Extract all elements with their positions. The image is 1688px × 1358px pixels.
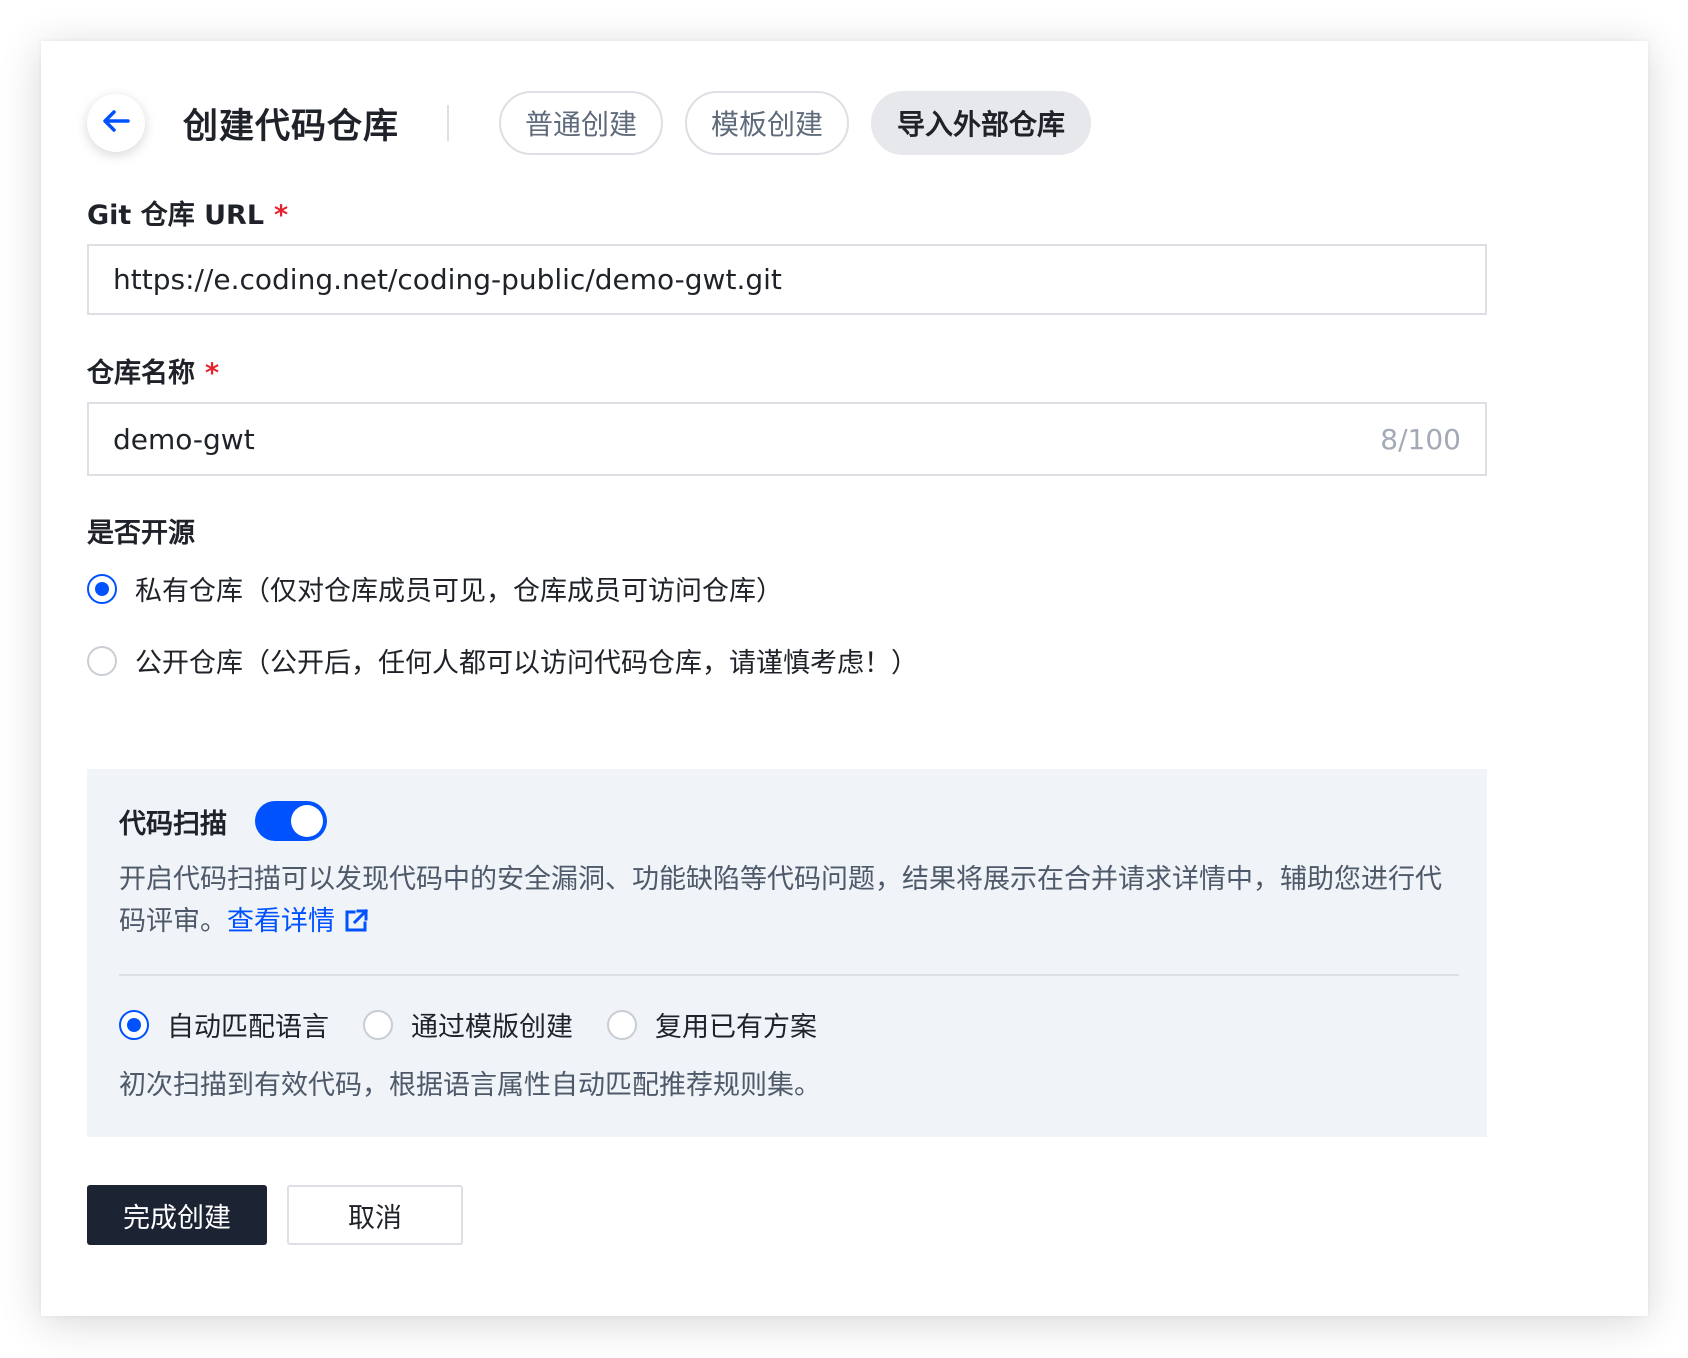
radio-label: 私有仓库（仅对仓库成员可见，仓库成员可访问仓库） xyxy=(135,576,783,607)
git-url-value: https://e.coding.net/coding-public/demo-… xyxy=(113,263,782,296)
back-button[interactable] xyxy=(87,94,145,152)
radio-public-repo[interactable]: 公开仓库（公开后，任何人都可以访问代码仓库，请谨慎考虑！） xyxy=(87,641,918,680)
tab-template-create[interactable]: 模板创建 xyxy=(685,91,850,155)
arrow-left-icon xyxy=(102,109,130,137)
scan-note: 初次扫描到有效代码，根据语言属性自动匹配推荐规则集。 xyxy=(119,1070,821,1101)
header: 创建代码仓库 普通创建 模板创建 导入外部仓库 xyxy=(87,89,1113,157)
radio-label: 通过模版创建 xyxy=(411,1012,573,1043)
repo-name-value: demo-gwt xyxy=(113,422,255,456)
code-scan-panel: 代码扫描 开启代码扫描可以发现代码中的安全漏洞、功能缺陷等代码问题，结果将展示在… xyxy=(87,769,1487,1137)
submit-button[interactable]: 完成创建 xyxy=(87,1185,267,1245)
external-link-icon xyxy=(343,905,369,947)
tab-normal-create[interactable]: 普通创建 xyxy=(499,91,664,155)
radio-unchecked-icon[interactable] xyxy=(607,1009,637,1040)
view-details-label: 查看详情 xyxy=(227,906,335,937)
radio-checked-icon[interactable] xyxy=(119,1009,149,1040)
view-details-link[interactable]: 查看详情 xyxy=(227,906,369,937)
create-repo-dialog: 创建代码仓库 普通创建 模板创建 导入外部仓库 Git 仓库 URL * http… xyxy=(41,41,1648,1316)
tab-import-external[interactable]: 导入外部仓库 xyxy=(871,91,1092,155)
code-scan-description: 开启代码扫描可以发现代码中的安全漏洞、功能缺陷等代码问题，结果将展示在合并请求详… xyxy=(119,859,1459,947)
git-url-input[interactable]: https://e.coding.net/coding-public/demo-… xyxy=(87,244,1487,315)
code-scan-header: 代码扫描 xyxy=(119,801,327,841)
repo-name-label-text: 仓库名称 xyxy=(87,358,195,389)
code-scan-toggle[interactable] xyxy=(255,801,327,841)
code-scan-title: 代码扫描 xyxy=(119,808,227,840)
radio-label: 自动匹配语言 xyxy=(167,1012,329,1043)
header-divider xyxy=(447,105,450,141)
open-source-label: 是否开源 xyxy=(87,518,195,549)
radio-private-repo[interactable]: 私有仓库（仅对仓库成员可见，仓库成员可访问仓库） xyxy=(87,569,783,608)
repo-name-input[interactable]: demo-gwt 8/100 xyxy=(87,402,1487,476)
radio-template-create[interactable]: 通过模版创建 xyxy=(363,1005,573,1044)
page-title: 创建代码仓库 xyxy=(183,106,400,147)
radio-label: 公开仓库（公开后，任何人都可以访问代码仓库，请谨慎考虑！） xyxy=(135,648,918,679)
radio-label: 复用已有方案 xyxy=(655,1012,817,1043)
char-counter: 8/100 xyxy=(1380,422,1461,456)
git-url-label-text: Git 仓库 URL xyxy=(87,200,265,231)
divider xyxy=(119,974,1459,976)
cancel-button[interactable]: 取消 xyxy=(287,1185,463,1245)
radio-unchecked-icon[interactable] xyxy=(363,1009,393,1040)
radio-checked-icon[interactable] xyxy=(87,573,117,604)
git-url-label: Git 仓库 URL * xyxy=(87,193,288,232)
radio-reuse-scheme[interactable]: 复用已有方案 xyxy=(607,1005,817,1044)
scan-mode-options: 自动匹配语言 通过模版创建 复用已有方案 xyxy=(119,1005,851,1044)
radio-auto-match-language[interactable]: 自动匹配语言 xyxy=(119,1005,329,1044)
repo-name-label: 仓库名称 * xyxy=(87,351,219,390)
required-mark: * xyxy=(205,358,220,389)
required-mark: * xyxy=(274,200,289,231)
radio-unchecked-icon[interactable] xyxy=(87,645,117,676)
